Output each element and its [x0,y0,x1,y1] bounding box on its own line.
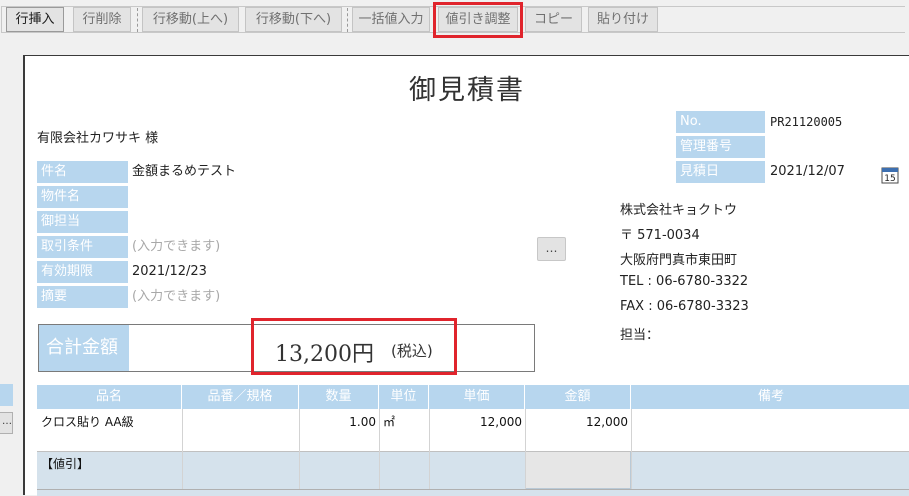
row1-unit-price[interactable]: 12,000 [429,412,522,432]
subject-label: 件名 [37,161,128,183]
bulk-input-button[interactable]: 一括値入力 [352,7,430,32]
row-divider [37,451,909,452]
insert-row-button[interactable]: 行挿入 [6,7,64,32]
expiry-label: 有効期限 [37,261,128,283]
row2-item-name[interactable]: 【値引】 [41,454,89,474]
row1-amount[interactable]: 12,000 [525,412,628,432]
col-header-unit-price: 単価 [429,385,525,409]
terms-label: 取引条件 [37,236,128,258]
row1-item-name[interactable]: クロス貼り AA級 [41,412,134,432]
left-panel-more-button[interactable]: … [0,412,13,434]
toolbar-separator [347,8,348,32]
expiry-value[interactable]: 2021/12/23 [132,261,207,283]
row-divider [37,489,909,490]
col-header-unit: 単位 [379,385,429,409]
company-tel: TEL : 06-6780-3322 [620,274,749,289]
no-value: PR21120005 [770,115,843,129]
copy-button[interactable]: コピー [525,7,582,32]
col-divider [182,409,183,489]
discount-amount-cell[interactable] [525,451,631,489]
highlight-discount-button [433,2,523,38]
company-name: 株式会社キョクトウ [620,203,738,218]
subject-value[interactable]: 金額まるめテスト [132,161,236,183]
document-title: 御見積書 [409,75,525,106]
move-row-up-button[interactable]: 行移動(上へ) [142,7,239,32]
toolbar-separator [137,8,138,32]
col-header-item-name: 品名 [37,385,182,409]
col-header-remarks: 備考 [631,385,909,409]
quote-date-value[interactable]: 2021/12/07 [770,161,845,183]
col-divider [631,409,632,489]
delete-row-button[interactable]: 行削除 [73,7,131,32]
no-label: No. [676,111,765,133]
svg-text:15: 15 [884,174,895,184]
quote-date-label: 見積日 [676,161,765,183]
col-divider [379,409,380,489]
terms-more-button[interactable]: … [537,237,566,261]
company-postal: 〒 571-0034 [620,228,700,243]
row1-quantity[interactable]: 1.00 [299,412,376,432]
property-label: 物件名 [37,186,128,208]
summary-label: 摘要 [37,286,128,308]
col-header-quantity: 数量 [299,385,379,409]
move-row-down-button[interactable]: 行移動(下へ) [245,7,342,32]
left-panel-header [0,384,13,406]
company-fax: FAX : 06-6780-3323 [620,299,749,314]
quotation-document: 御見積書 有限会社カワサキ 様 件名 金額まるめテスト 物件名 御担当 取引条件… [23,55,909,496]
col-header-product-code: 品番／規格 [182,385,299,409]
total-amount-label: 合計金額 [39,325,129,371]
customer-name[interactable]: 有限会社カワサキ 様 [37,127,158,146]
summary-input[interactable]: (入力できます) [132,286,220,308]
col-header-amount: 金額 [525,385,631,409]
toolbar: 行挿入 行削除 行移動(上へ) 行移動(下へ) 一括値入力 値引き調整 コピー … [0,0,909,38]
company-address: 大阪府門真市東田町 [620,253,738,268]
row1-unit[interactable]: ㎡ [383,412,395,432]
terms-input[interactable]: (入力できます) [132,236,220,258]
management-no-label: 管理番号 [676,136,765,158]
highlight-total-amount [251,318,457,375]
person-label: 御担当 [37,211,128,233]
company-staff: 担当： [620,328,660,343]
calendar-icon[interactable]: 15 [881,166,899,184]
paste-button[interactable]: 貼り付け [588,7,658,32]
